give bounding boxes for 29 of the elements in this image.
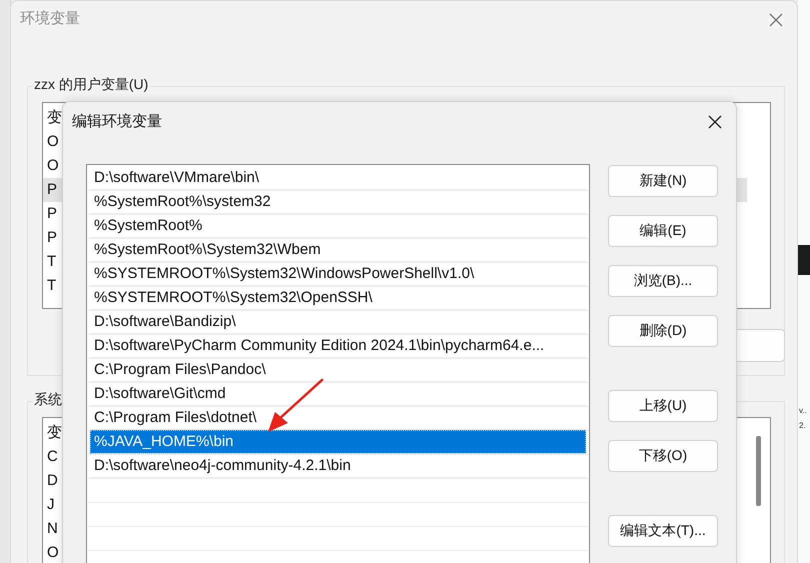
list-item[interactable]: D:\software\Git\cmd	[90, 382, 586, 406]
list-item[interactable]: D:\software\VMmare\bin\	[90, 166, 586, 190]
list-item[interactable]: %SystemRoot%	[90, 214, 586, 238]
list-item[interactable]: %SystemRoot%\system32	[90, 190, 586, 214]
close-icon[interactable]	[708, 115, 722, 129]
group-label: zzx 的用户变量(U)	[33, 76, 150, 94]
list-item[interactable]: D:\software\neo4j-community-4.2.1\bin	[90, 454, 586, 478]
dialog-button[interactable]: 新建(N)	[608, 165, 718, 197]
list-item[interactable]: D:\software\PyCharm Community Edition 2024.1\bin\pycharm64.e...	[90, 334, 586, 358]
dialog-button[interactable]: 下移(O)	[608, 440, 718, 472]
dialog-button[interactable]: 删除(D)	[608, 315, 718, 347]
truncated-text: 2.	[799, 420, 807, 432]
header-bar	[798, 245, 810, 275]
dialog-button[interactable]: 浏览(B)...	[608, 265, 718, 297]
list-item[interactable]: C:\Program Files\Pandoc\	[90, 358, 586, 382]
window-title: 环境变量	[20, 9, 80, 29]
list-item[interactable]: D:\software\Bandizip\	[90, 310, 586, 334]
list-item[interactable]: %SYSTEMROOT%\System32\WindowsPowerShell\v1.0\	[90, 262, 586, 286]
annotation-arrow	[268, 378, 324, 432]
list-item[interactable]: %JAVA_HOME%\bin	[90, 430, 586, 454]
truncated-text: v..	[799, 405, 808, 417]
dialog-button[interactable]: 上移(U)	[608, 390, 718, 422]
list-item[interactable]: %SystemRoot%\System32\Wbem	[90, 238, 586, 262]
dialog-button[interactable]: 编辑(E)	[608, 215, 718, 247]
group-label: 系统	[33, 391, 63, 409]
list-item[interactable]: %SYSTEMROOT%\System32\OpenSSH\	[90, 286, 586, 310]
dialog-button[interactable]: 编辑文本(T)...	[608, 515, 718, 547]
scrollbar-thumb[interactable]	[756, 436, 761, 506]
window-title: 编辑环境变量	[72, 112, 162, 132]
